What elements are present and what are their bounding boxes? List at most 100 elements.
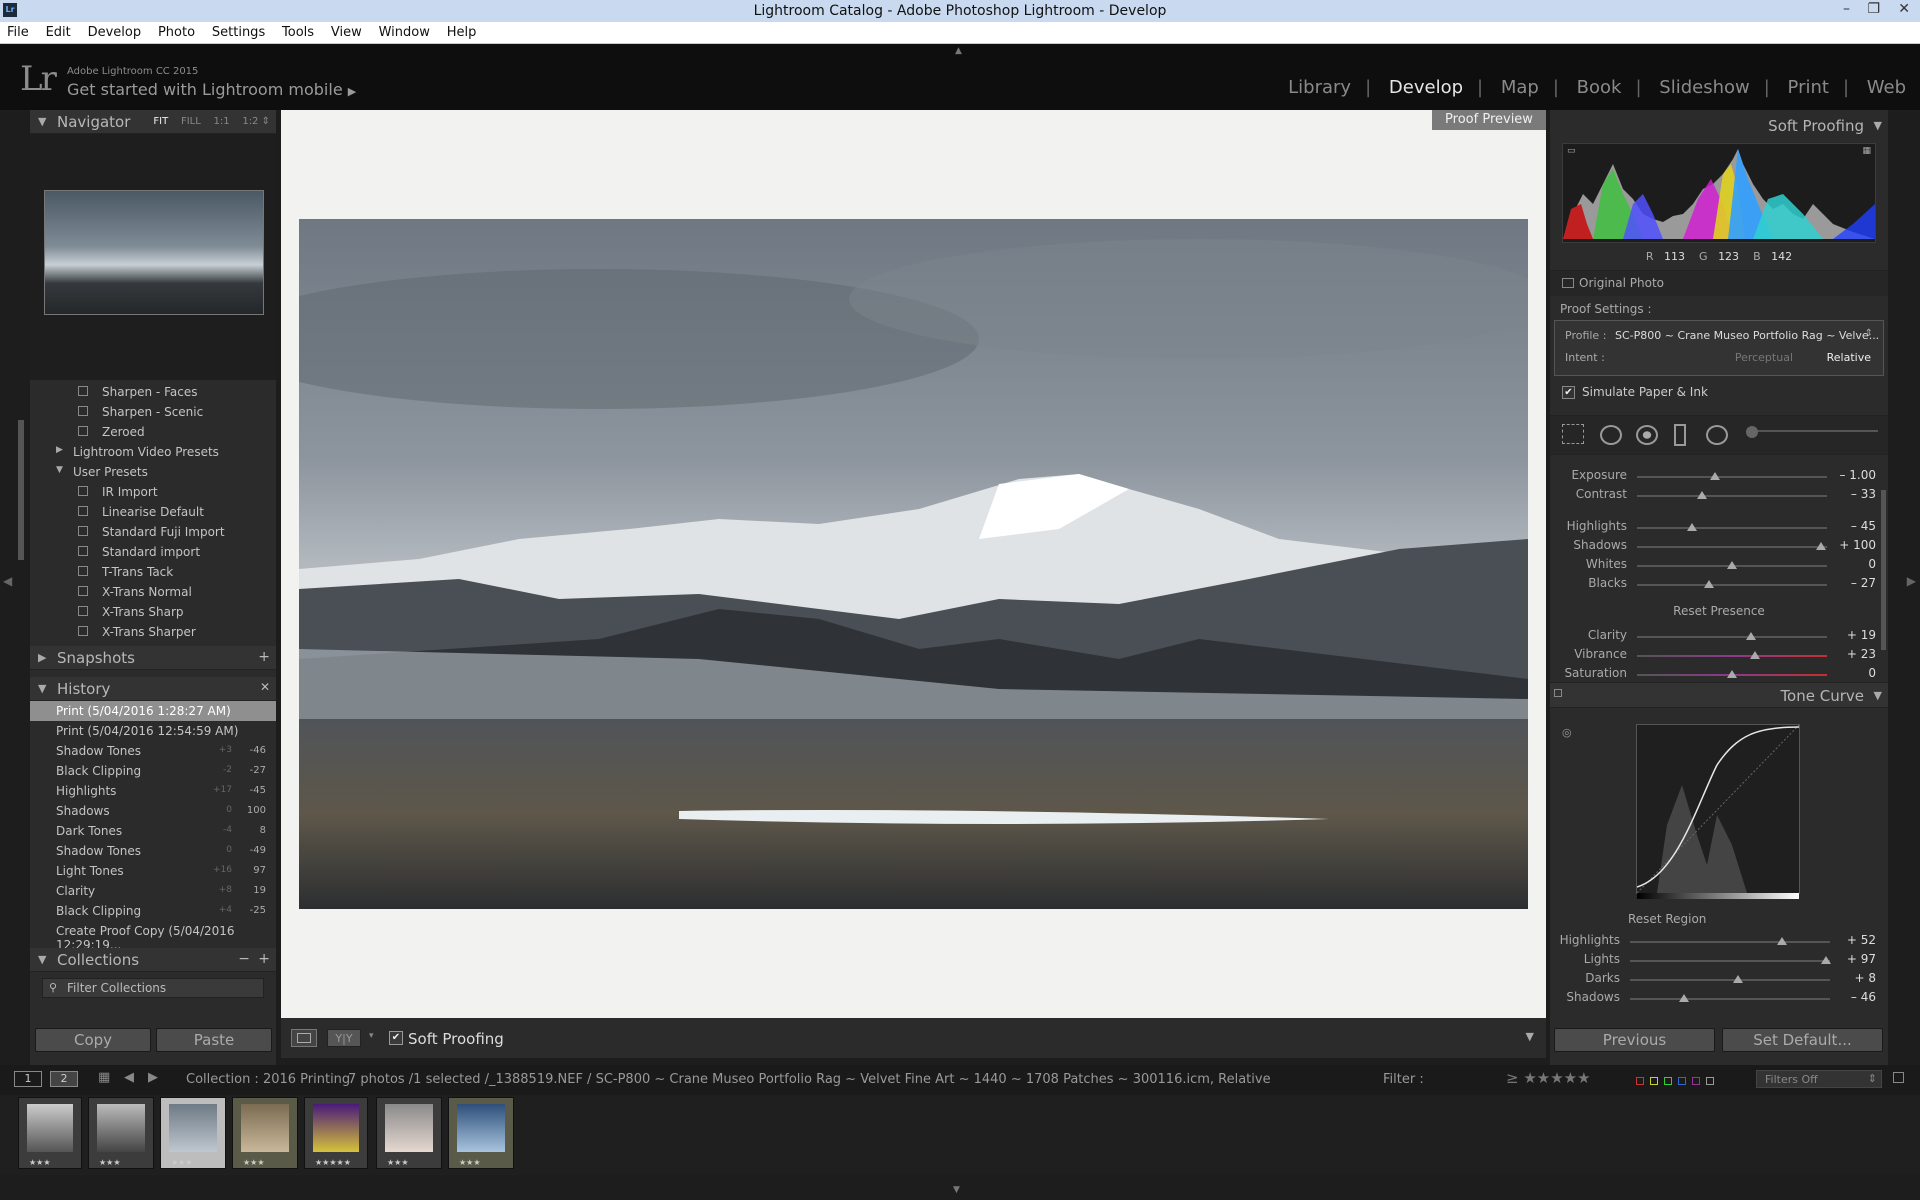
slider-value[interactable]: + 23 xyxy=(1847,647,1876,661)
slider-value[interactable]: + 52 xyxy=(1847,933,1876,947)
loupe-view-icon[interactable] xyxy=(291,1029,317,1047)
collection-source[interactable]: Collection : 2016 Printing xyxy=(186,1072,350,1087)
menu-settings[interactable]: Settings xyxy=(212,22,265,40)
top-panel-arrow-icon[interactable]: ▲ xyxy=(955,46,962,56)
color-label-filter[interactable] xyxy=(1636,1074,1726,1085)
menu-develop[interactable]: Develop xyxy=(88,22,142,40)
menu-tools[interactable]: Tools xyxy=(282,22,314,40)
collapse-icon[interactable]: ▼ xyxy=(1874,689,1882,702)
slider-knob[interactable] xyxy=(1733,975,1743,983)
slider-knob[interactable] xyxy=(1679,994,1689,1002)
slider-knob[interactable] xyxy=(1816,542,1827,550)
radial-filter-icon[interactable] xyxy=(1706,425,1728,445)
filmstrip-thumbnail[interactable]: ★★★ xyxy=(160,1097,226,1169)
module-develop[interactable]: Develop xyxy=(1389,77,1463,98)
module-book[interactable]: Book xyxy=(1577,77,1622,98)
module-slideshow[interactable]: Slideshow xyxy=(1659,77,1749,98)
slider-whites[interactable]: Whites 0 xyxy=(1550,556,1888,575)
targeted-adjustment-icon[interactable]: ◎ xyxy=(1562,726,1572,739)
soft-proofing-header[interactable]: Soft Proofing ▼ xyxy=(1550,116,1888,136)
slider-value[interactable]: – 1.00 xyxy=(1839,468,1876,482)
tone-curve-header[interactable]: Tone Curve ▼ xyxy=(1550,682,1888,708)
red-eye-icon[interactable] xyxy=(1636,425,1658,445)
preset-item[interactable]: Zeroed xyxy=(30,422,276,442)
slider-lights[interactable]: Lights + 97 xyxy=(1550,951,1888,970)
intent-perceptual[interactable]: Perceptual xyxy=(1735,351,1793,364)
graduated-filter-icon[interactable] xyxy=(1674,424,1686,446)
module-print[interactable]: Print xyxy=(1788,77,1829,98)
menu-window[interactable]: Window xyxy=(379,22,430,40)
slider-value[interactable]: + 100 xyxy=(1839,538,1876,552)
menu-edit[interactable]: Edit xyxy=(46,22,71,40)
zoom-1-1[interactable]: 1:1 xyxy=(214,116,230,127)
filmstrip-thumbnail[interactable]: ★★★ xyxy=(448,1097,514,1169)
slider-knob[interactable] xyxy=(1777,937,1787,945)
slider-track[interactable] xyxy=(1637,527,1827,529)
paste-button[interactable]: Paste xyxy=(156,1028,272,1052)
profile-dropdown-icon[interactable]: ⇕ xyxy=(1865,328,1873,339)
preset-item[interactable]: Sharpen - Scenic xyxy=(30,402,276,422)
slider-contrast[interactable]: Contrast – 33 xyxy=(1550,486,1888,505)
loupe-view[interactable]: Proof Preview xyxy=(281,110,1546,1018)
preset-item[interactable]: IR Import xyxy=(30,482,276,502)
collapse-icon[interactable]: ▼ xyxy=(56,465,63,475)
slider-value[interactable]: + 8 xyxy=(1854,971,1876,985)
window-2-button[interactable]: 2 xyxy=(50,1071,78,1087)
window-1-button[interactable]: 1 xyxy=(14,1071,42,1087)
reset-presence[interactable]: Reset Presence xyxy=(1550,604,1888,622)
zoom-fit[interactable]: FIT xyxy=(153,116,168,127)
preset-item[interactable]: T-Trans Tack xyxy=(30,562,276,582)
reset-region[interactable]: Reset Region xyxy=(1550,912,1888,930)
main-photo[interactable] xyxy=(299,219,1528,909)
shadow-clipping-icon[interactable]: ▭ xyxy=(1567,146,1576,156)
collections-header[interactable]: ▼ Collections − + xyxy=(30,948,276,972)
slider-knob[interactable] xyxy=(1727,561,1737,569)
soft-proofing-label[interactable]: Soft Proofing xyxy=(408,1030,504,1048)
history-item[interactable]: Highlights +17 -45 xyxy=(30,781,276,801)
menu-file[interactable]: File xyxy=(7,22,29,40)
slider-blacks[interactable]: Blacks – 27 xyxy=(1550,575,1888,594)
slider-vibrance[interactable]: Vibrance + 23 xyxy=(1550,646,1888,665)
slider-knob[interactable] xyxy=(1749,651,1760,659)
menu-help[interactable]: Help xyxy=(447,22,477,40)
history-item[interactable]: Create Proof Copy (5/04/2016 12:29:19... xyxy=(30,921,276,952)
restore-icon[interactable]: ❐ xyxy=(1867,1,1880,17)
filter-collections-input[interactable]: ⚲ Filter Collections xyxy=(42,978,264,998)
original-photo-row[interactable]: Original Photo xyxy=(1550,270,1888,296)
slider-value[interactable]: – 27 xyxy=(1851,576,1876,590)
menu-view[interactable]: View xyxy=(331,22,362,40)
history-item[interactable]: Clarity +8 19 xyxy=(30,881,276,901)
before-after-icon[interactable]: Y|Y xyxy=(327,1029,361,1047)
original-photo-checkbox[interactable] xyxy=(1562,278,1574,288)
slider-knob[interactable] xyxy=(1709,472,1720,480)
slider-knob[interactable] xyxy=(1746,632,1756,640)
simulate-paper-row[interactable]: ✔ Simulate Paper & Ink xyxy=(1550,380,1888,404)
history-item[interactable]: Black Clipping -2 -27 xyxy=(30,761,276,781)
previous-button[interactable]: Previous xyxy=(1554,1028,1715,1052)
slider-highlights[interactable]: Highlights – 45 xyxy=(1550,518,1888,537)
module-map[interactable]: Map xyxy=(1501,77,1539,98)
grid-icon[interactable]: ▦ xyxy=(98,1070,110,1085)
simulate-paper-checkbox[interactable]: ✔ xyxy=(1562,386,1575,399)
slider-track[interactable] xyxy=(1637,495,1827,497)
slider-track[interactable] xyxy=(1630,941,1830,943)
remove-collection-icon[interactable]: − xyxy=(238,951,250,967)
copy-button[interactable]: Copy xyxy=(35,1028,151,1052)
collapse-icon[interactable]: ▼ xyxy=(38,953,46,966)
slider-value[interactable]: – 33 xyxy=(1851,487,1876,501)
slider-highlights[interactable]: Highlights + 52 xyxy=(1550,932,1888,951)
slider-track[interactable] xyxy=(1637,546,1827,548)
preset-folder[interactable]: ▶ Lightroom Video Presets xyxy=(30,442,276,462)
panel-menu-icon[interactable]: ▼ xyxy=(1874,119,1882,132)
preset-item[interactable]: X-Trans Sharp xyxy=(30,602,276,622)
right-panel-toggle-icon[interactable]: ▶ xyxy=(1907,574,1916,588)
filmstrip-thumbnail[interactable]: ★★★★★ xyxy=(304,1097,368,1169)
slider-track[interactable] xyxy=(1637,655,1827,657)
history-item[interactable]: Dark Tones -4 8 xyxy=(30,821,276,841)
zoom-ratio-arrow-icon[interactable]: ⇕ xyxy=(262,116,270,127)
profile-select[interactable]: SC-P800 ~ Crane Museo Portfolio Rag ~ Ve… xyxy=(1615,329,1879,342)
history-item[interactable]: Light Tones +16 97 xyxy=(30,861,276,881)
slider-track[interactable] xyxy=(1630,998,1830,1000)
slider-value[interactable]: – 46 xyxy=(1851,990,1876,1004)
set-default-button[interactable]: Set Default... xyxy=(1722,1028,1883,1052)
